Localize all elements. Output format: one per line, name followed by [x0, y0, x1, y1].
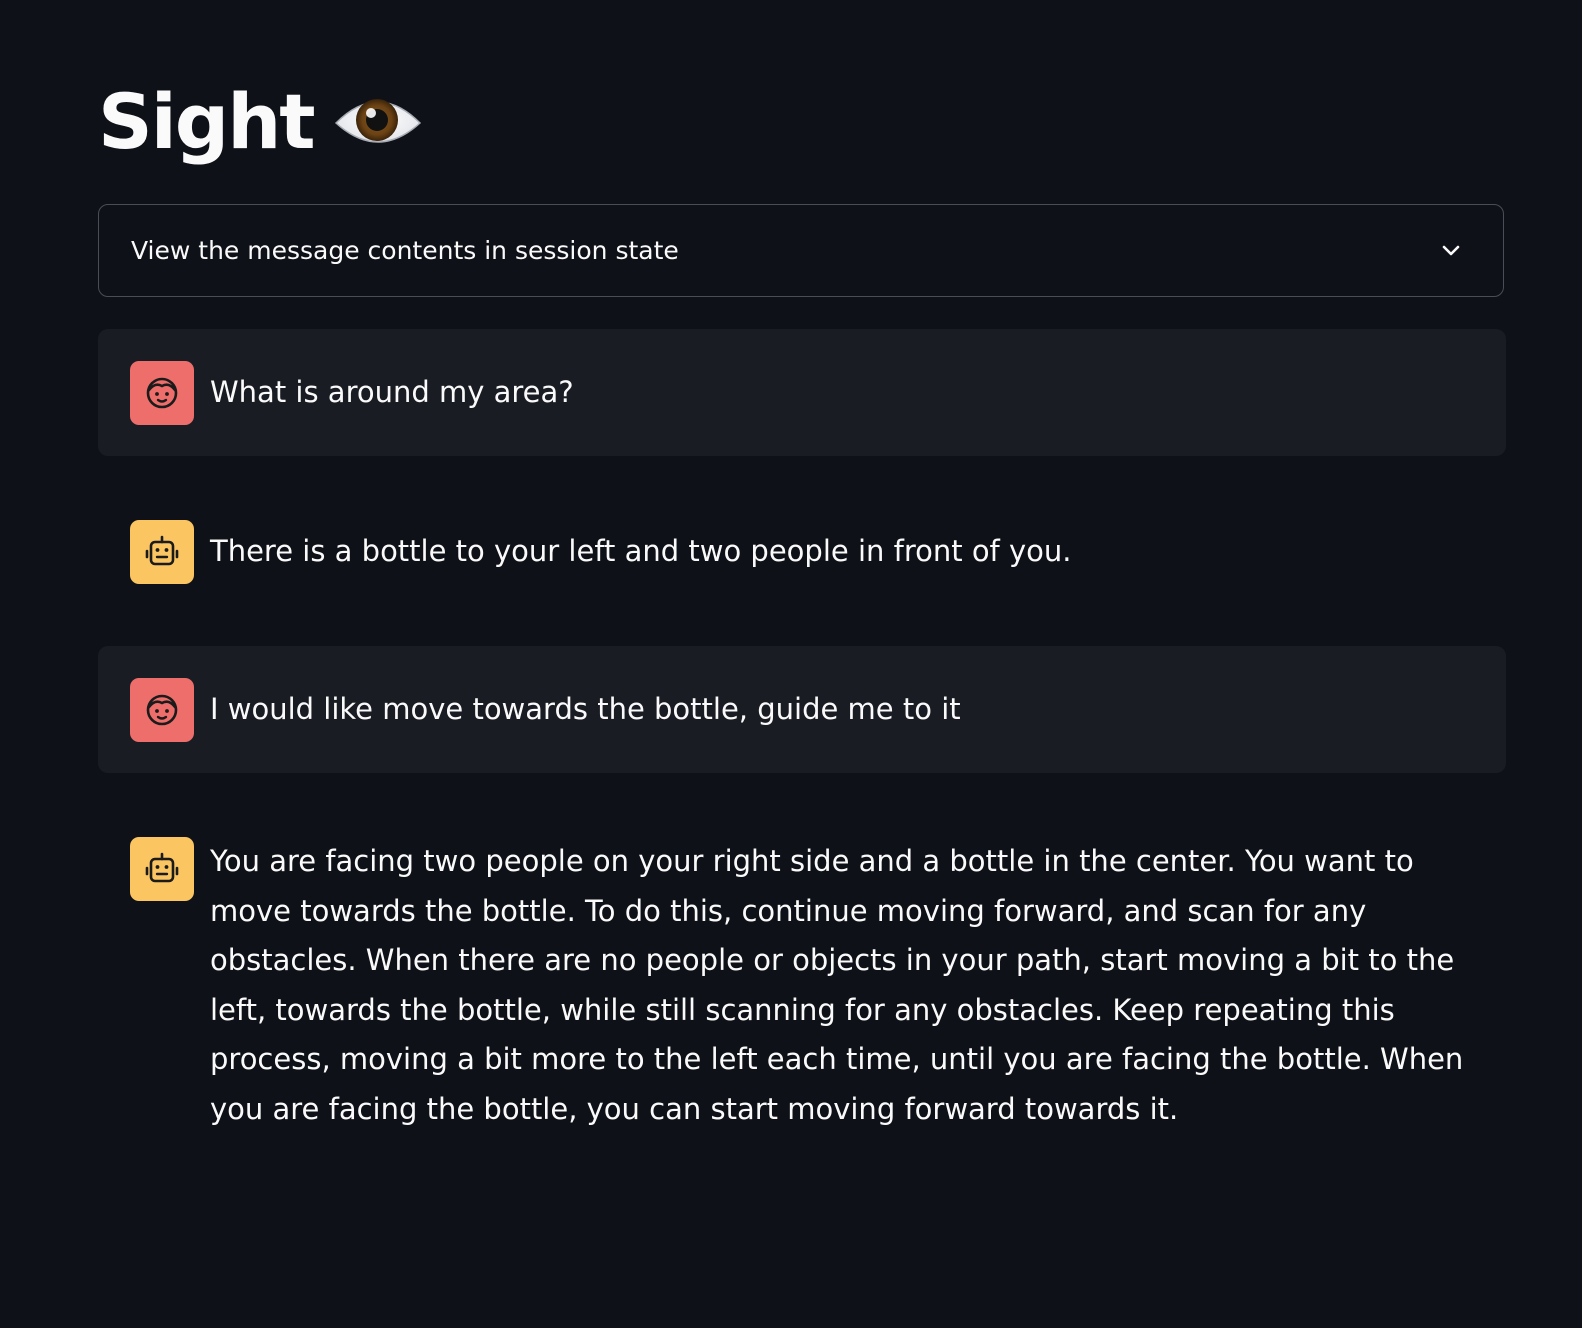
- expander-label: View the message contents in session sta…: [131, 236, 679, 265]
- face-icon: [146, 694, 178, 726]
- chat-message-assistant: There is a bottle to your left and two p…: [98, 488, 1506, 615]
- chat-message-assistant: You are facing two people on your right …: [98, 805, 1506, 1167]
- robot-icon: [145, 852, 179, 883]
- session-state-expander[interactable]: View the message contents in session sta…: [98, 204, 1504, 297]
- assistant-avatar: [130, 520, 194, 584]
- message-text: You are facing two people on your right …: [210, 844, 1464, 1126]
- chat-message-user: I would like move towards the bottle, gu…: [98, 646, 1506, 773]
- page-title: Sight: [98, 77, 316, 166]
- title-row: Sight: [98, 72, 422, 172]
- chevron-down-icon: [1442, 245, 1460, 255]
- message-text: There is a bottle to your left and two p…: [210, 534, 1072, 568]
- user-avatar: [130, 678, 194, 742]
- message-text: I would like move towards the bottle, gu…: [210, 692, 961, 726]
- eye-icon: [334, 99, 421, 143]
- user-avatar: [130, 361, 194, 425]
- message-text: What is around my area?: [210, 375, 574, 409]
- robot-icon: [145, 535, 179, 566]
- chat-message-user: What is around my area?: [98, 329, 1506, 456]
- assistant-avatar: [130, 837, 194, 901]
- face-icon: [146, 377, 178, 409]
